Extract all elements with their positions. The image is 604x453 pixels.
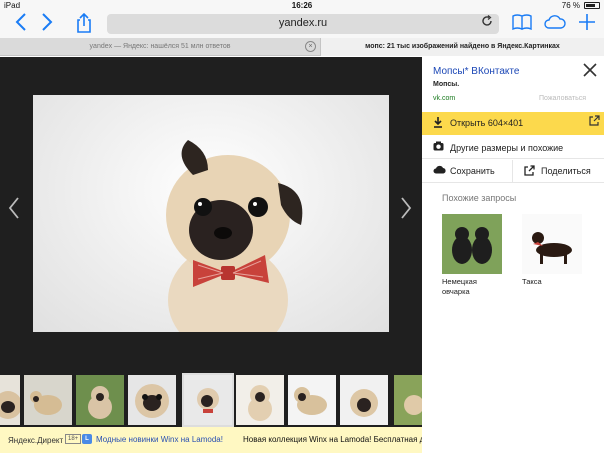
clock: 16:26 (291, 1, 313, 10)
complain-link[interactable]: Пожаловаться (539, 95, 586, 102)
ad-favicon-icon: L (82, 434, 92, 444)
image-viewer (0, 57, 442, 427)
cloud-tabs-icon[interactable] (544, 13, 566, 35)
source-title-link[interactable]: Мопсы* ВКонтакте (433, 66, 519, 77)
ad-title-link[interactable]: Модные новинки Winx на Lamoda! (96, 435, 223, 444)
share-icon[interactable] (73, 12, 95, 35)
forward-icon[interactable] (36, 13, 58, 35)
cloud-save-icon (433, 165, 446, 177)
browser-toolbar: yandex.ru (0, 10, 604, 38)
age-rating-badge: 18+ (65, 434, 82, 444)
thumbnail[interactable] (0, 375, 20, 425)
similar-query-image (522, 214, 582, 274)
share-out-icon (524, 165, 535, 179)
battery-icon (584, 2, 600, 9)
other-sizes-button[interactable]: Другие размеры и похожие (422, 137, 604, 159)
thumbnail[interactable] (76, 375, 124, 425)
bookmarks-icon[interactable] (511, 13, 533, 35)
thumbnail-selected[interactable] (182, 373, 234, 427)
source-domain-link[interactable]: vk.com (433, 95, 455, 102)
tab-close-icon[interactable]: × (305, 41, 316, 52)
similar-query-caption: Такса (522, 277, 542, 286)
thumbnail[interactable] (340, 375, 388, 425)
main-pug-photo[interactable] (33, 95, 389, 332)
new-tab-icon[interactable] (576, 13, 598, 35)
ad-bar[interactable]: Яндекс.Директ 18+ L Модные новинки Winx … (0, 427, 439, 453)
save-button[interactable]: Сохранить (422, 160, 513, 183)
back-icon[interactable] (10, 13, 32, 35)
save-label: Сохранить (450, 166, 495, 176)
thumbnail[interactable] (128, 375, 176, 425)
camera-search-icon (433, 141, 444, 154)
status-bar: iPad 16:26 76 % (0, 0, 604, 10)
similar-query-item[interactable]: Такса (522, 214, 584, 287)
similar-query-item[interactable]: Немецкая овчарка (442, 214, 504, 297)
open-image-label: Открыть 604×401 (450, 118, 524, 128)
similar-query-image (442, 214, 502, 274)
download-icon (433, 117, 443, 131)
image-info-panel: Мопсы* ВКонтакте Мопсы. vk.com Пожаловат… (422, 57, 604, 453)
close-icon[interactable] (582, 60, 598, 82)
next-image-arrow-icon[interactable] (400, 197, 412, 226)
thumbnail[interactable] (24, 375, 72, 425)
open-image-button[interactable]: Открыть 604×401 (422, 112, 604, 135)
external-link-icon (588, 115, 600, 130)
similar-query-caption: Немецкая овчарка (442, 277, 477, 296)
tab-bar: yandex — Яндекс: нашёлся 51 млн ответов … (0, 38, 604, 56)
ad-text: Новая коллекция Winx на Lamoda! Бесплатн… (243, 435, 440, 444)
similar-queries-heading: Похожие запросы (442, 193, 517, 203)
tab-yandex-images[interactable]: мопс: 21 тыс изображений найдено в Яндек… (320, 38, 604, 56)
address-bar[interactable]: yandex.ru (107, 14, 499, 34)
source-description: Мопсы. (433, 81, 460, 88)
thumbnail[interactable] (288, 375, 336, 425)
reload-icon[interactable] (481, 15, 493, 30)
other-sizes-label: Другие размеры и похожие (450, 143, 564, 153)
yandex-direct-label: Яндекс.Директ (8, 436, 64, 445)
tab-yandex-search[interactable]: yandex — Яндекс: нашёлся 51 млн ответов (0, 38, 320, 56)
battery-percent: 76 % (561, 1, 580, 10)
share-label: Поделиться (541, 166, 591, 176)
share-button[interactable]: Поделиться (513, 160, 604, 183)
prev-image-arrow-icon[interactable] (8, 197, 20, 226)
thumbnail[interactable] (236, 375, 284, 425)
url-text: yandex.ru (278, 17, 328, 29)
thumbnail-strip (0, 373, 442, 427)
